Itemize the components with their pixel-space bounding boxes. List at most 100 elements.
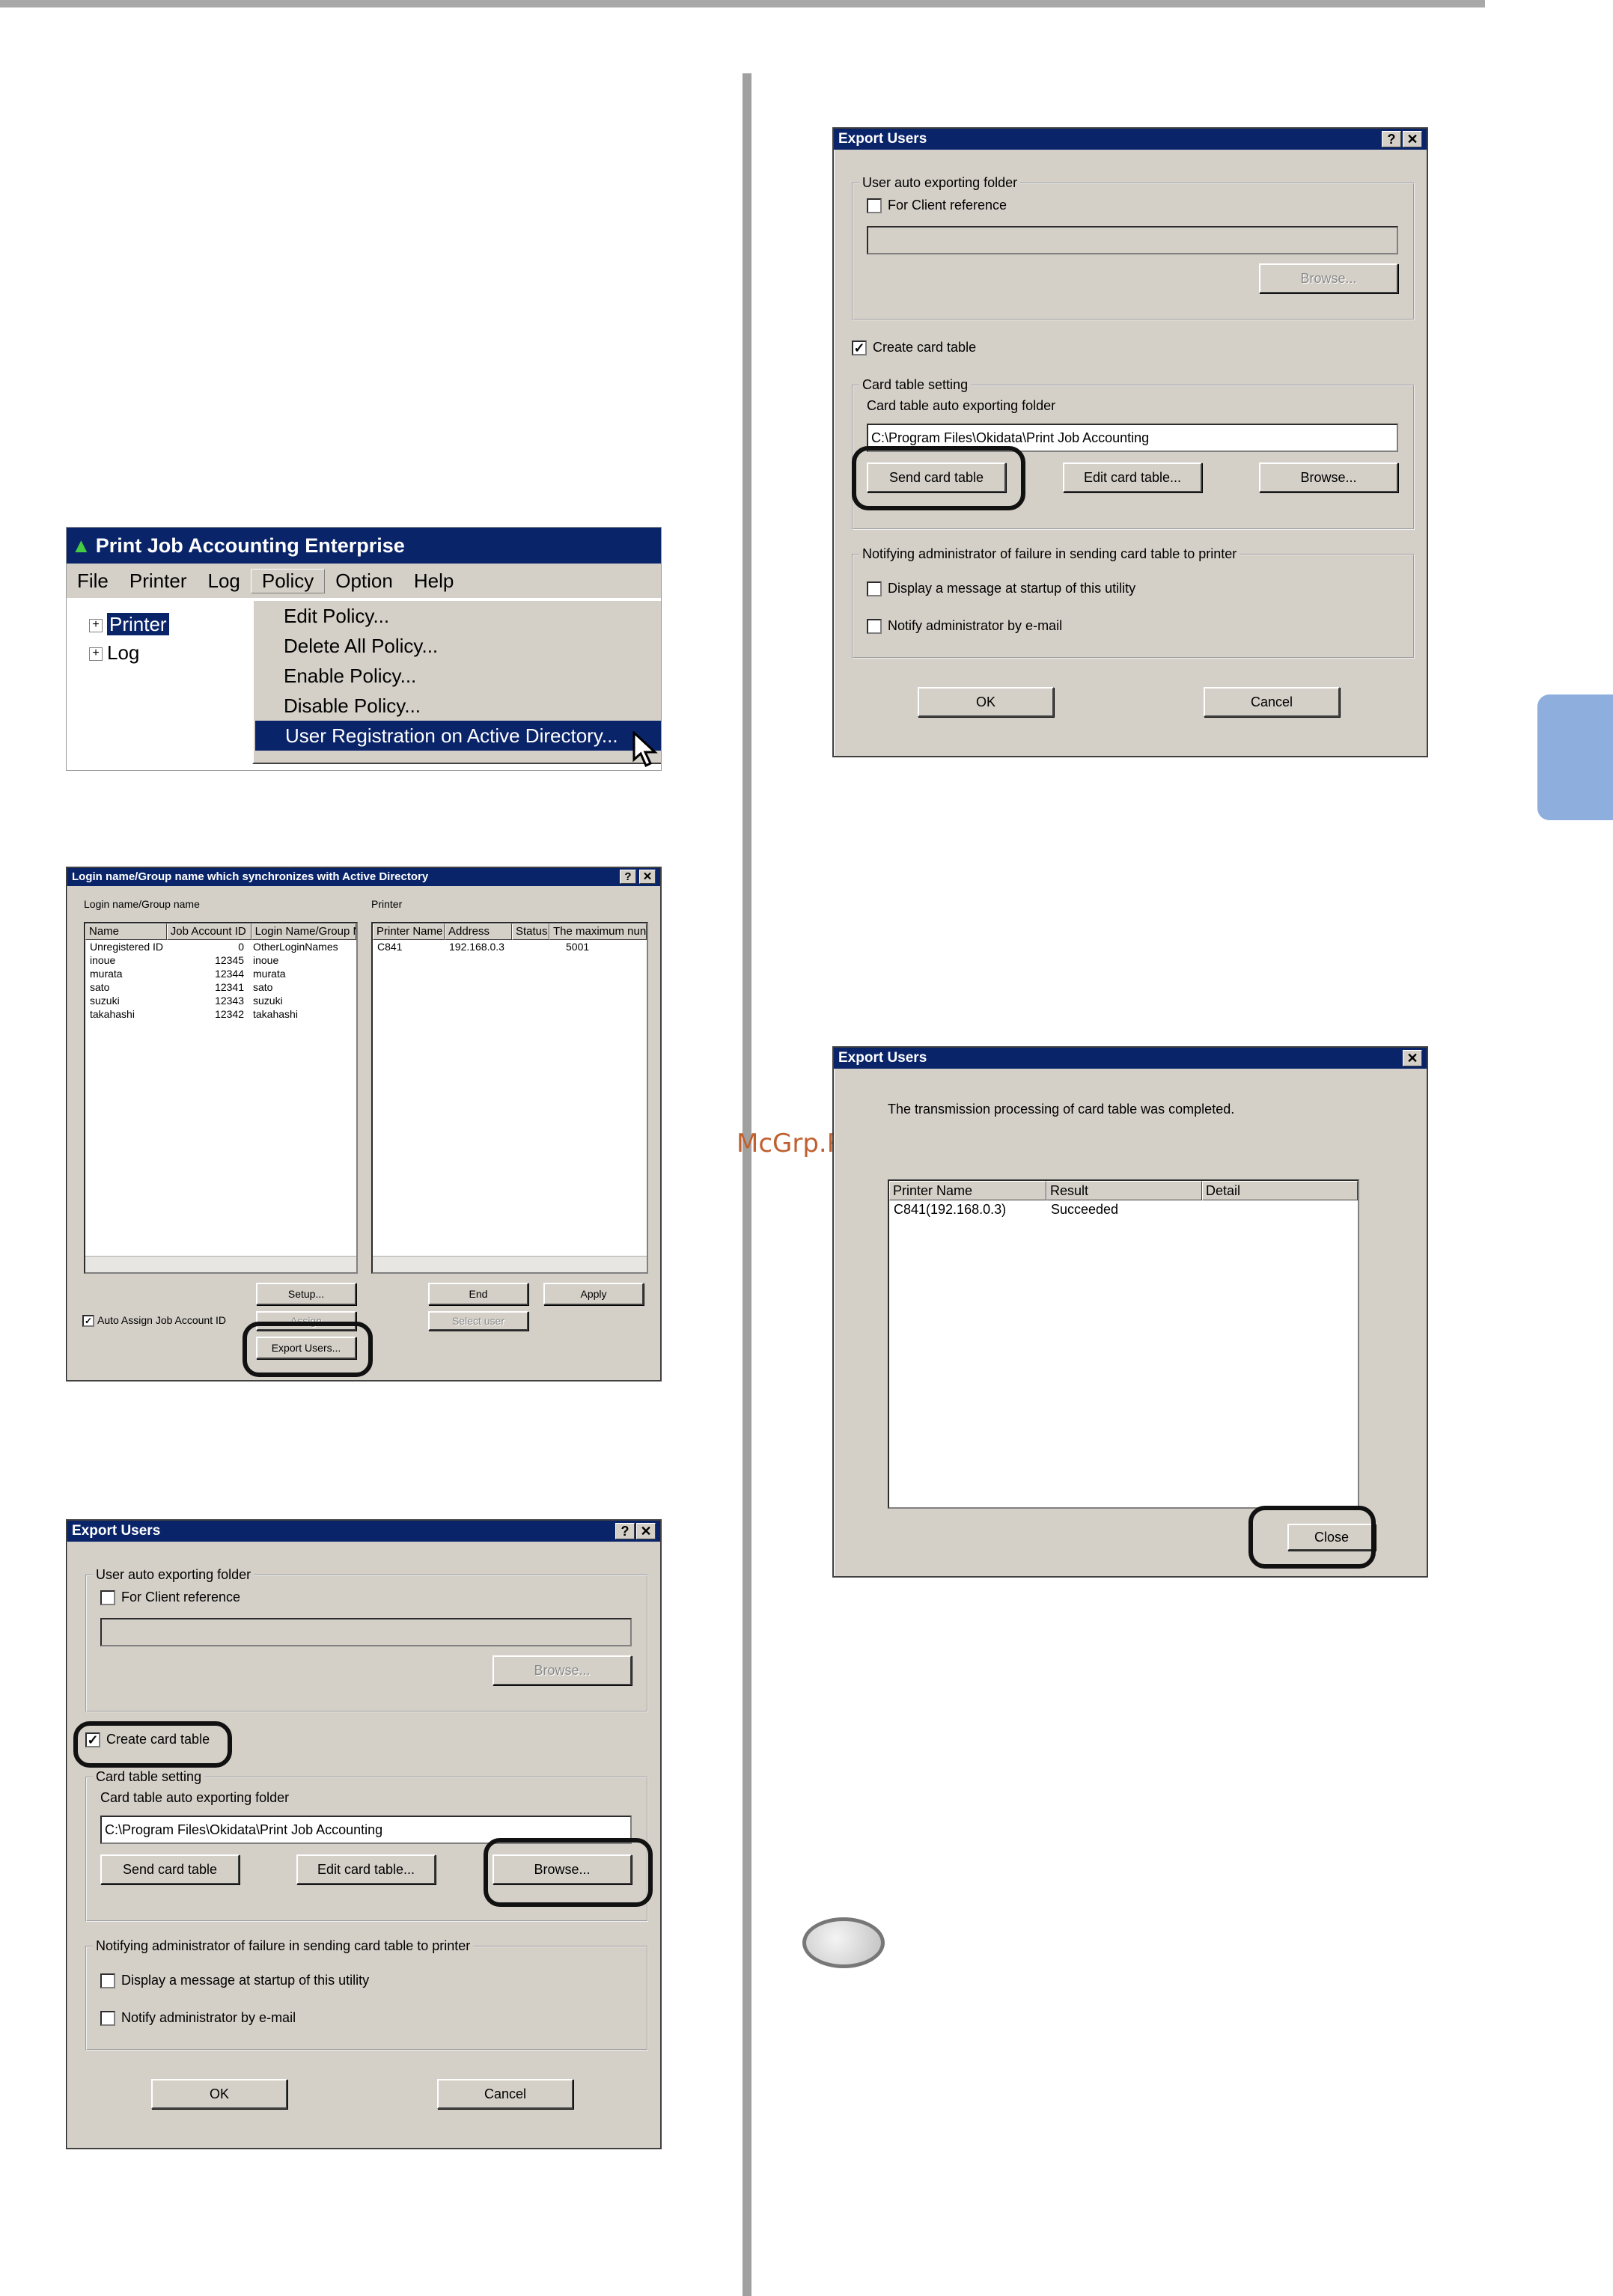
col-printer-name[interactable]: Printer Name	[889, 1181, 1046, 1200]
table-row[interactable]: takahashi 12342 takahashi	[85, 1007, 356, 1021]
for-client-checkbox[interactable]: For Client reference	[100, 1590, 240, 1606]
menubar: File Printer Log Policy Option Help	[67, 564, 661, 598]
select-user-button[interactable]: Select user	[428, 1311, 528, 1331]
auto-folder-group: User auto exporting folder For Client re…	[852, 175, 1415, 320]
user-list-hscroll[interactable]	[85, 1256, 356, 1272]
menu-policy[interactable]: Policy	[250, 568, 326, 593]
dialog-title-bar: Export Users ? ✕	[834, 129, 1427, 150]
col-result[interactable]: Result	[1046, 1181, 1202, 1200]
close-button[interactable]: ✕	[1403, 1050, 1422, 1066]
for-client-checkbox[interactable]: For Client reference	[867, 198, 1007, 214]
browse-button[interactable]: Browse...	[1259, 462, 1398, 492]
table-row[interactable]: inoue 12345 inoue	[85, 953, 356, 967]
browse-button-disabled[interactable]: Browse...	[1259, 263, 1398, 293]
display-message-checkbox[interactable]: Display a message at startup of this uti…	[867, 581, 1135, 597]
notify-email-checkbox[interactable]: Notify administrator by e-mail	[867, 618, 1062, 635]
user-list[interactable]: Name Job Account ID Login Name/Group N U…	[84, 922, 358, 1274]
cancel-button[interactable]: Cancel	[437, 2079, 573, 2109]
auto-assign-checkbox[interactable]: ✓ Auto Assign Job Account ID	[82, 1314, 226, 1328]
ad-sync-dialog: Login name/Group name which synchronizes…	[66, 867, 662, 1381]
export-users-dialog: Export Users ? ✕ User auto exporting fol…	[66, 1519, 662, 2149]
edit-card-button[interactable]: Edit card table...	[296, 1854, 436, 1884]
close-button[interactable]: ✕	[639, 870, 656, 884]
help-button[interactable]: ?	[615, 1523, 635, 1539]
create-card-checkbox[interactable]: ✓ Create card table	[852, 340, 976, 356]
col-status[interactable]: Status	[512, 923, 549, 940]
col-address[interactable]: Address	[445, 923, 512, 940]
col-printer-name[interactable]: Printer Name	[373, 923, 445, 940]
printer-list[interactable]: Printer Name Address Status The maximum …	[371, 922, 648, 1274]
menu-log[interactable]: Log	[197, 570, 250, 593]
menu-item-user-registration[interactable]: User Registration on Active Directory...	[255, 721, 661, 751]
card-folder-label: Card table auto exporting folder	[100, 1790, 290, 1805]
edit-card-button[interactable]: Edit card table...	[1063, 462, 1202, 492]
browse-button-disabled[interactable]: Browse...	[493, 1655, 632, 1685]
table-row[interactable]: suzuki 12343 suzuki	[85, 994, 356, 1007]
checkbox-box	[100, 1590, 115, 1606]
menu-item-enable-policy[interactable]: Enable Policy...	[254, 661, 661, 691]
create-card-highlight	[73, 1721, 232, 1768]
expand-icon[interactable]: +	[89, 619, 103, 633]
top-rule	[0, 0, 1485, 7]
display-message-checkbox[interactable]: Display a message at startup of this uti…	[100, 1973, 369, 1989]
setup-button[interactable]: Setup...	[256, 1283, 356, 1305]
ok-button[interactable]: OK	[151, 2079, 287, 2109]
auto-folder-input[interactable]	[867, 226, 1398, 254]
window-title: Print Job Accounting Enterprise	[95, 534, 405, 557]
chapter-tab	[1537, 694, 1613, 820]
apply-button[interactable]: Apply	[543, 1283, 644, 1305]
window-title-bar: ▲ Print Job Accounting Enterprise	[67, 528, 661, 564]
dialog-title: Export Users	[838, 1050, 927, 1066]
table-row[interactable]: Unregistered ID 0 OtherLoginNames	[85, 940, 356, 953]
end-button[interactable]: End	[428, 1283, 528, 1305]
cancel-button[interactable]: Cancel	[1204, 687, 1340, 717]
app-icon: ▲	[71, 534, 91, 557]
completion-message: The transmission processing of card tabl…	[888, 1102, 1235, 1117]
export-highlight	[243, 1322, 373, 1377]
checkbox-box	[867, 619, 882, 635]
export-result-dialog: Export Users ✕ The transmission processi…	[832, 1046, 1428, 1578]
col-job-account-id[interactable]: Job Account ID	[166, 923, 251, 940]
table-row[interactable]: sato 12341 sato	[85, 980, 356, 994]
result-list-header: Printer Name Result Detail	[889, 1181, 1358, 1200]
checkbox-box	[100, 1973, 115, 1989]
table-row[interactable]: C841(192.168.0.3) Succeeded	[889, 1200, 1358, 1218]
menu-item-delete-all-policy[interactable]: Delete All Policy...	[254, 631, 661, 661]
menu-file[interactable]: File	[67, 570, 119, 593]
expand-icon[interactable]: +	[89, 647, 103, 662]
menu-printer[interactable]: Printer	[119, 570, 198, 593]
close-button[interactable]: ✕	[636, 1523, 656, 1539]
ok-button[interactable]: OK	[918, 687, 1054, 717]
col-max-num[interactable]: The maximum nun	[549, 923, 647, 940]
check-icon: ✓	[82, 1315, 94, 1328]
tree-item-log[interactable]: + Log	[89, 638, 169, 667]
printer-list-header: Printer Name Address Status The maximum …	[373, 923, 647, 940]
result-list[interactable]: Printer Name Result Detail C841(192.168.…	[888, 1179, 1359, 1509]
menu-item-disable-policy[interactable]: Disable Policy...	[254, 691, 661, 721]
note-icon	[802, 1917, 885, 1968]
dialog-title-bar: Export Users ✕	[834, 1048, 1427, 1069]
col-login-name[interactable]: Login Name/Group N	[251, 923, 356, 940]
col-name[interactable]: Name	[85, 923, 167, 940]
tree-item-printer[interactable]: + Printer	[89, 610, 169, 638]
card-folder-label: Card table auto exporting folder	[867, 398, 1056, 413]
tree-view: + Printer + Log	[89, 610, 169, 667]
help-button[interactable]: ?	[1382, 131, 1401, 147]
notify-group: Notifying administrator of failure in se…	[852, 546, 1415, 659]
notify-email-checkbox[interactable]: Notify administrator by e-mail	[100, 2010, 296, 2027]
menu-help[interactable]: Help	[403, 570, 464, 593]
help-button[interactable]: ?	[620, 870, 636, 884]
table-row[interactable]: C841 192.168.0.3 5001	[373, 940, 647, 953]
checkbox-box	[867, 581, 882, 597]
printer-list-hscroll[interactable]	[373, 1256, 647, 1272]
login-group-label: Login name/Group name	[84, 898, 200, 910]
col-detail[interactable]: Detail	[1202, 1181, 1358, 1200]
column-divider	[743, 73, 751, 2296]
menu-option[interactable]: Option	[325, 570, 403, 593]
policy-dropdown: Edit Policy... Delete All Policy... Enab…	[252, 599, 661, 764]
send-card-button[interactable]: Send card table	[100, 1854, 240, 1884]
menu-item-edit-policy[interactable]: Edit Policy...	[254, 601, 661, 631]
close-button[interactable]: ✕	[1403, 131, 1422, 147]
table-row[interactable]: murata 12344 murata	[85, 967, 356, 980]
auto-folder-input[interactable]	[100, 1618, 632, 1646]
